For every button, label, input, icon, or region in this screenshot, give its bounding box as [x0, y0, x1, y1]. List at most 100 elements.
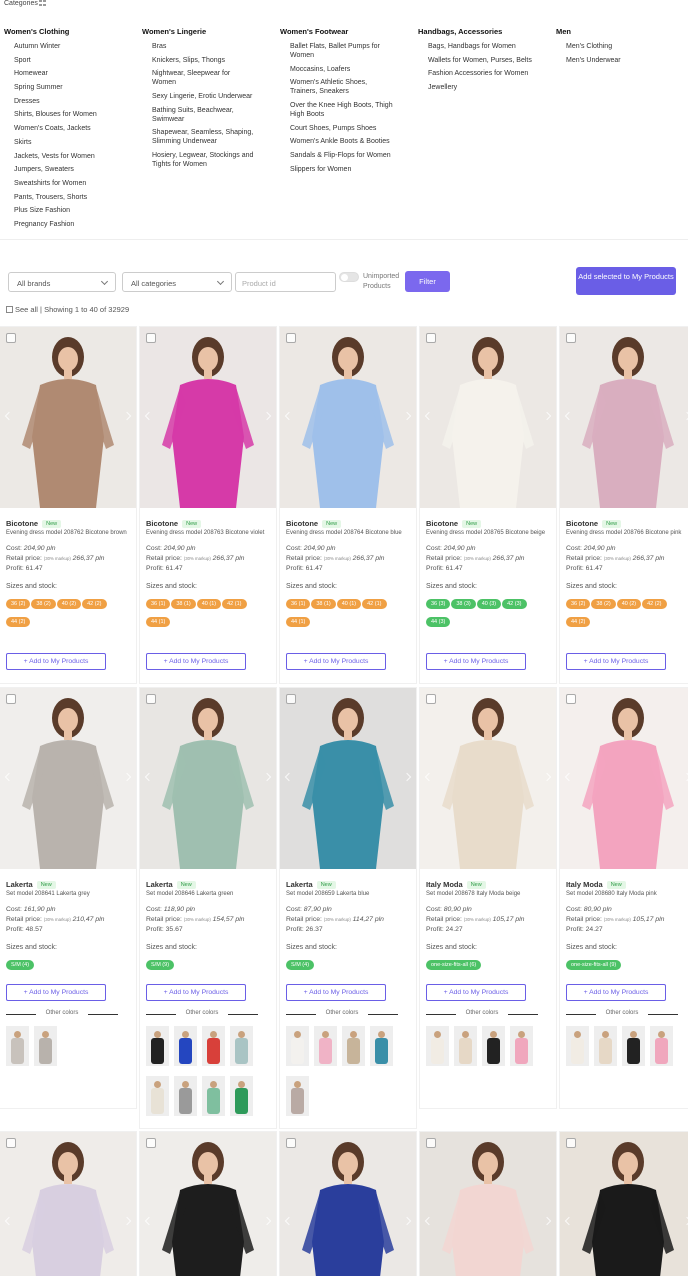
product-checkbox[interactable]	[286, 1138, 296, 1148]
product-title[interactable]: Evening dress model 208764 Bicotone blue	[286, 529, 412, 538]
menu-item[interactable]: Jackets, Vests for Women	[14, 152, 135, 161]
menu-item[interactable]: Court Shoes, Pumps Shoes	[290, 124, 396, 133]
color-variant-thumb[interactable]	[202, 1026, 225, 1066]
product-id-input[interactable]: Product id	[235, 272, 336, 292]
add-to-products-button[interactable]: + Add to My Products	[6, 653, 106, 670]
product-image[interactable]	[140, 688, 276, 869]
product-image[interactable]	[0, 688, 136, 869]
brand-name[interactable]: Lakerta	[6, 880, 33, 889]
color-variant-thumb[interactable]	[286, 1076, 309, 1116]
product-brand[interactable]: Bicotone New	[566, 519, 688, 528]
add-to-products-button[interactable]: + Add to My Products	[286, 984, 386, 1001]
see-all-checkbox[interactable]	[6, 306, 13, 313]
product-checkbox[interactable]	[566, 1138, 576, 1148]
product-brand[interactable]: Bicotone New	[6, 519, 132, 528]
product-image[interactable]	[140, 1132, 276, 1276]
menu-item[interactable]: Ballet Flats, Ballet Pumps for Women	[290, 42, 396, 60]
menu-item[interactable]: Nightwear, Sleepwear for Women	[152, 69, 256, 87]
add-selected-button[interactable]: Add selected to My Products	[576, 267, 676, 295]
menu-item[interactable]: Men's Underwear	[566, 56, 682, 65]
product-brand[interactable]: Italy Moda New	[566, 880, 688, 889]
add-to-products-button[interactable]: + Add to My Products	[286, 653, 386, 670]
product-brand[interactable]: Bicotone New	[146, 519, 272, 528]
color-variant-thumb[interactable]	[510, 1026, 533, 1066]
product-brand[interactable]: Lakerta New	[286, 880, 412, 889]
add-to-products-button[interactable]: + Add to My Products	[566, 653, 666, 670]
menu-item[interactable]: Bras	[152, 42, 256, 51]
color-variant-thumb[interactable]	[202, 1076, 225, 1116]
brand-select[interactable]: All brands	[8, 272, 116, 292]
menu-item[interactable]: Wallets for Women, Purses, Belts	[428, 56, 549, 65]
menu-item[interactable]: Women's Coats, Jackets	[14, 124, 135, 133]
add-to-products-button[interactable]: + Add to My Products	[146, 653, 246, 670]
product-checkbox[interactable]	[286, 333, 296, 343]
product-image[interactable]	[420, 688, 556, 869]
category-select[interactable]: All categories	[122, 272, 232, 292]
filter-button[interactable]: Filter	[405, 271, 450, 292]
product-image[interactable]	[0, 1132, 136, 1276]
product-brand[interactable]: Lakerta New	[146, 880, 272, 889]
menu-item[interactable]: Jumpers, Sweaters	[14, 165, 135, 174]
menu-item[interactable]: Sexy Lingerie, Erotic Underwear	[152, 92, 256, 101]
see-all[interactable]: See all | Showing 1 to 40 of 32929	[6, 305, 129, 314]
menu-item[interactable]: Fashion Accessories for Women	[428, 69, 549, 78]
product-title[interactable]: Evening dress model 208762 Bicotone brow…	[6, 529, 132, 538]
product-checkbox[interactable]	[286, 694, 296, 704]
brand-name[interactable]: Bicotone	[146, 519, 178, 528]
menu-item[interactable]: Pregnancy Fashion	[14, 220, 135, 229]
product-image[interactable]	[0, 327, 136, 508]
color-variant-thumb[interactable]	[6, 1026, 29, 1066]
menu-item[interactable]: Plus Size Fashion	[14, 206, 135, 215]
product-title[interactable]: Evening dress model 208765 Bicotone beig…	[426, 529, 552, 538]
brand-name[interactable]: Bicotone	[426, 519, 458, 528]
product-image[interactable]	[420, 327, 556, 508]
menu-column-title[interactable]: Men	[556, 27, 682, 36]
categories-header[interactable]: Categories	[4, 0, 46, 9]
color-variant-thumb[interactable]	[146, 1076, 169, 1116]
menu-column-title[interactable]: Women's Lingerie	[142, 27, 256, 36]
product-image[interactable]	[420, 1132, 556, 1276]
product-title[interactable]: Evening dress model 208766 Bicotone pink	[566, 529, 688, 538]
product-image[interactable]	[560, 688, 688, 869]
product-image[interactable]	[280, 327, 416, 508]
color-variant-thumb[interactable]	[342, 1026, 365, 1066]
color-variant-thumb[interactable]	[314, 1026, 337, 1066]
add-to-products-button[interactable]: + Add to My Products	[146, 984, 246, 1001]
brand-name[interactable]: Lakerta	[286, 880, 313, 889]
menu-item[interactable]: Sport	[14, 56, 135, 65]
color-variant-thumb[interactable]	[454, 1026, 477, 1066]
product-title[interactable]: Set model 208641 Lakerta grey	[6, 890, 132, 899]
menu-item[interactable]: Bags, Handbags for Women	[428, 42, 549, 51]
product-image[interactable]	[560, 1132, 688, 1276]
product-checkbox[interactable]	[426, 1138, 436, 1148]
menu-item[interactable]: Bathing Suits, Beachwear, Swimwear	[152, 106, 256, 124]
product-checkbox[interactable]	[426, 694, 436, 704]
product-title[interactable]: Set model 208678 Italy Moda beige	[426, 890, 552, 899]
product-brand[interactable]: Italy Moda New	[426, 880, 552, 889]
product-brand[interactable]: Bicotone New	[426, 519, 552, 528]
color-variant-thumb[interactable]	[594, 1026, 617, 1066]
menu-item[interactable]: Women's Athletic Shoes, Trainers, Sneake…	[290, 78, 396, 96]
brand-name[interactable]: Lakerta	[146, 880, 173, 889]
menu-item[interactable]: Sweatshirts for Women	[14, 179, 135, 188]
color-variant-thumb[interactable]	[230, 1076, 253, 1116]
product-brand[interactable]: Bicotone New	[286, 519, 412, 528]
menu-column-title[interactable]: Handbags, Accessories	[418, 27, 549, 36]
product-checkbox[interactable]	[426, 333, 436, 343]
menu-item[interactable]: Hosiery, Legwear, Stockings and Tights f…	[152, 151, 256, 169]
product-title[interactable]: Set model 208659 Lakerta blue	[286, 890, 412, 899]
color-variant-thumb[interactable]	[34, 1026, 57, 1066]
menu-item[interactable]: Moccasins, Loafers	[290, 65, 396, 74]
menu-item[interactable]: Men's Clothing	[566, 42, 682, 51]
product-checkbox[interactable]	[146, 694, 156, 704]
product-image[interactable]	[280, 688, 416, 869]
menu-item[interactable]: Homewear	[14, 69, 135, 78]
color-variant-thumb[interactable]	[370, 1026, 393, 1066]
product-image[interactable]	[280, 1132, 416, 1276]
product-brand[interactable]: Lakerta New	[6, 880, 132, 889]
menu-item[interactable]: Jewellery	[428, 83, 549, 92]
menu-item[interactable]: Spring Summer	[14, 83, 135, 92]
color-variant-thumb[interactable]	[566, 1026, 589, 1066]
brand-name[interactable]: Bicotone	[286, 519, 318, 528]
color-variant-thumb[interactable]	[174, 1076, 197, 1116]
